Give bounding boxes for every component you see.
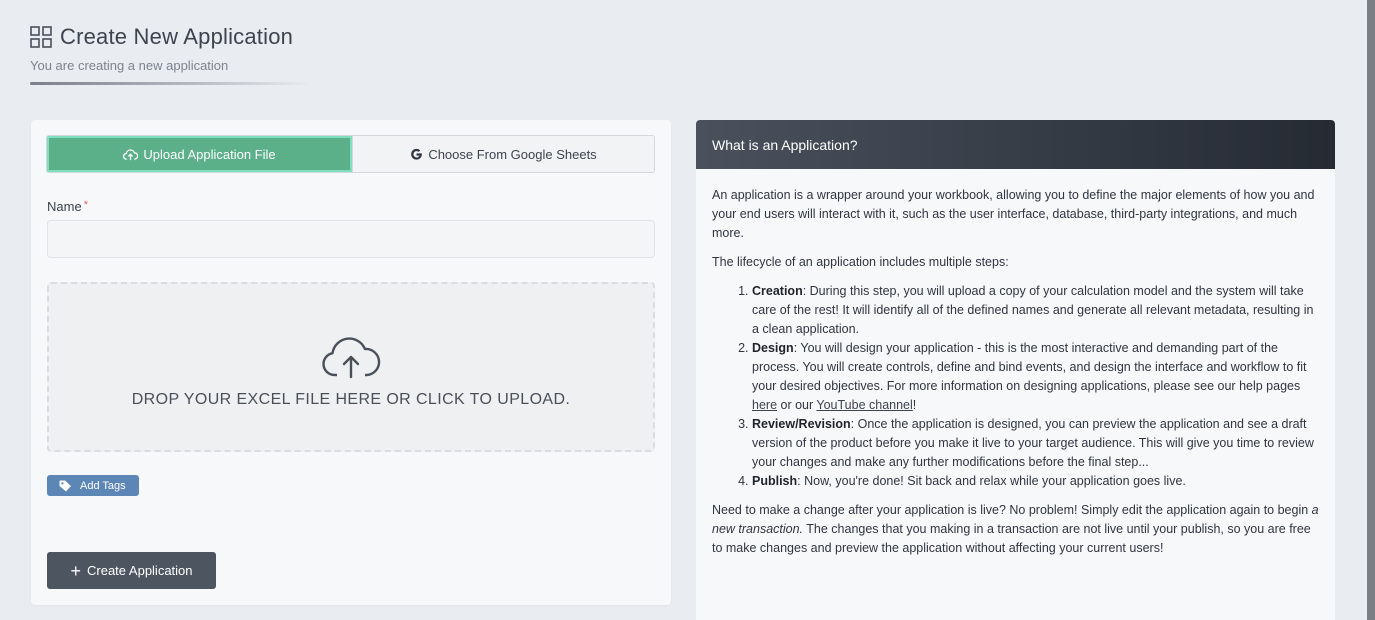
create-application-button[interactable]: + Create Application — [47, 552, 216, 589]
grid-icon — [30, 26, 52, 48]
tab-upload-application-file[interactable]: Upload Application File — [47, 136, 352, 172]
application-form-card: Upload Application File Choose From Goog… — [31, 120, 671, 605]
dropzone-text: DROP YOUR EXCEL FILE HERE OR CLICK TO UP… — [131, 391, 571, 408]
info-intro: An application is a wrapper around your … — [712, 188, 1315, 240]
add-tags-button[interactable]: Add Tags — [47, 475, 139, 496]
tag-icon — [59, 480, 71, 491]
info-panel-body: An application is a wrapper around your … — [696, 169, 1335, 558]
tab-label: Upload Application File — [143, 146, 276, 162]
cloud-upload-icon — [322, 337, 381, 379]
name-input[interactable] — [47, 220, 655, 258]
lifecycle-intro: The lifecycle of an application includes… — [712, 255, 1009, 269]
list-item: Creation: During this step, you will upl… — [752, 282, 1319, 339]
file-dropzone[interactable]: DROP YOUR EXCEL FILE HERE OR CLICK TO UP… — [47, 282, 655, 452]
name-label: Name * — [47, 199, 88, 214]
tab-label: Choose From Google Sheets — [428, 146, 597, 162]
google-g-icon — [411, 148, 423, 160]
source-tabs: Upload Application File Choose From Goog… — [46, 135, 655, 173]
title-underline — [30, 82, 310, 85]
add-tags-label: Add Tags — [80, 479, 126, 492]
help-pages-link[interactable]: here — [752, 398, 777, 412]
plus-icon: + — [70, 560, 81, 581]
create-application-label: Create Application — [87, 563, 193, 578]
page-subtitle: You are creating a new application — [30, 58, 229, 73]
scrollbar[interactable] — [1367, 0, 1375, 620]
info-outro: Need to make a change after your applica… — [712, 503, 1319, 555]
list-item: Publish: Now, you're done! Sit back and … — [752, 472, 1319, 491]
list-item: Review/Revision: Once the application is… — [752, 415, 1319, 472]
list-item: Design: You will design your application… — [752, 339, 1319, 415]
required-marker: * — [83, 199, 88, 211]
page-title: Create New Application — [60, 24, 294, 49]
cloud-upload-icon — [123, 148, 139, 160]
tab-choose-from-google-sheets[interactable]: Choose From Google Sheets — [352, 136, 654, 172]
info-panel: What is an Application? An application i… — [696, 120, 1335, 620]
lifecycle-steps: Creation: During this step, you will upl… — [712, 282, 1319, 491]
youtube-channel-link[interactable]: YouTube channel — [816, 398, 912, 412]
page-header: Create New Application You are creating … — [30, 22, 330, 85]
info-panel-header: What is an Application? — [696, 120, 1335, 169]
